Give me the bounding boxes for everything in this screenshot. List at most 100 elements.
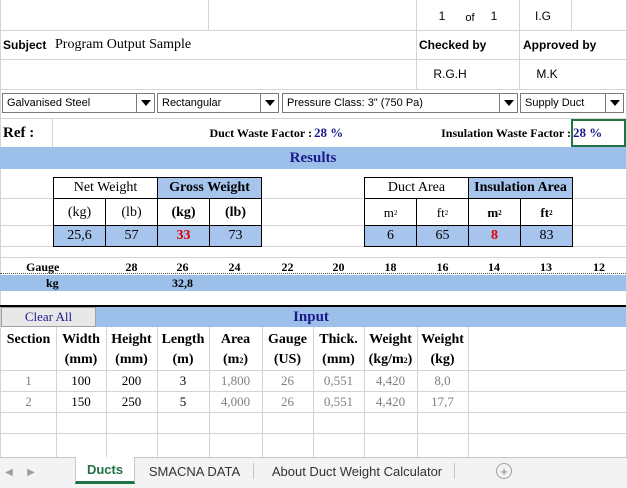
duct-m2-value: 6 [387, 228, 394, 243]
gauge-value: 24 [228, 259, 241, 274]
table-cell[interactable]: 5 [157, 392, 209, 412]
col-header-weight: Weight [421, 332, 464, 347]
insulation-waste-label: Insulation Waste Factor : [441, 125, 571, 140]
gauge-value: 16 [436, 259, 449, 274]
shape-dropdown[interactable]: Rectangular [157, 93, 279, 113]
gauge-value: 13 [540, 259, 552, 274]
ins-ft2-value: 83 [539, 228, 554, 243]
table-cell: 4,420 [375, 373, 406, 388]
table-cell: 26 [281, 394, 294, 409]
table-cell[interactable]: 100 [56, 371, 106, 391]
tab-smacna-data[interactable]: SMACNA DATA [137, 460, 252, 482]
page-total: 1 [490, 9, 498, 23]
tab-divider [253, 463, 254, 479]
approved-by-value: M.K [536, 67, 558, 81]
unit-length: (m) [172, 352, 194, 367]
gauge-kg-value: 32,8 [172, 275, 193, 290]
pressure-class-dropdown-value: Pressure Class: 3" (750 Pa) [287, 97, 423, 109]
gauge-value: 14 [488, 259, 500, 274]
page-of-label: of [465, 12, 475, 24]
duct-area-header: Duct Area [387, 180, 446, 195]
insulation-area-header: Insulation Area [474, 180, 567, 195]
table-cell[interactable]: 250 [106, 392, 157, 412]
checked-by-label: Checked by [419, 38, 487, 52]
col-header-length: Length [161, 332, 205, 347]
sheet-tab-bar: ◀ ▶ Ducts SMACNA DATA About Duct Weight … [0, 457, 627, 488]
shape-dropdown-value: Rectangular [162, 97, 222, 109]
table-cell[interactable]: 200 [106, 371, 157, 391]
table-cell[interactable]: 1 [1, 371, 56, 391]
net-lb-value: 57 [124, 228, 139, 243]
tab-about[interactable]: About Duct Weight Calculator [262, 460, 452, 482]
unit-area: (m 2) [223, 352, 248, 367]
chevron-down-icon[interactable] [605, 94, 623, 112]
scroll-right-icon[interactable]: ▶ [24, 463, 38, 481]
subject-label: Subject [3, 38, 47, 52]
insulation-waste-value[interactable]: 28 % [573, 121, 613, 145]
gauge-kg-label: kg [46, 275, 59, 290]
table-cell[interactable]: 150 [56, 392, 106, 412]
results-title: Results [289, 149, 337, 166]
duct-ft2-value: 65 [435, 228, 450, 243]
net-kg-unit: (kg) [67, 204, 92, 220]
tab-ducts[interactable]: Ducts [75, 457, 135, 484]
duct-waste-value[interactable]: 28 % [314, 121, 354, 145]
duct-waste-label: Duct Waste Factor : [209, 125, 312, 140]
input-title: Input [293, 308, 329, 325]
unit-gauge: (US) [273, 352, 302, 367]
chevron-down-icon[interactable] [499, 94, 517, 112]
table-cell: 8,0 [434, 373, 451, 388]
table-cell: 4,420 [375, 394, 406, 409]
unit-height: (mm) [115, 352, 148, 367]
material-dropdown[interactable]: Galvanised Steel [2, 93, 155, 113]
col-header-width: Width [62, 332, 100, 347]
col-header-thick: Thick. [319, 332, 358, 347]
net-lb-unit: (lb) [121, 204, 142, 220]
gauge-value: 12 [593, 259, 605, 274]
col-header-height: Height [111, 332, 152, 347]
table-cell: 0,551 [323, 394, 354, 409]
duct-ft2-unit: ft 2 [436, 204, 449, 220]
gross-lb-value: 73 [228, 228, 243, 243]
ig-initials: I.G [534, 9, 551, 23]
table-cell: 4,000 [220, 394, 251, 409]
scroll-left-icon[interactable]: ◀ [2, 463, 16, 481]
table-cell: 26 [281, 373, 294, 388]
page-number: 1 [438, 9, 446, 23]
duct-type-dropdown-value: Supply Duct [525, 97, 585, 109]
unit-weight-per-m2: (kg/m 2) [368, 352, 413, 367]
approved-by-label: Approved by [523, 38, 597, 52]
ins-m2-unit: m2 [487, 204, 502, 220]
gross-kg-value: 33 [176, 228, 191, 243]
ins-m2-value: 8 [491, 228, 498, 243]
chevron-down-icon[interactable] [136, 94, 154, 112]
table-cell[interactable]: 2 [1, 392, 56, 412]
clear-all-button[interactable]: Clear All [1, 307, 96, 327]
checked-by-value: R.G.H [433, 67, 467, 81]
gauge-label: Gauge [26, 259, 60, 274]
ins-ft2-unit: ft 2 [540, 204, 553, 220]
pressure-class-dropdown[interactable]: Pressure Class: 3" (750 Pa) [282, 93, 518, 113]
table-cell[interactable]: 3 [157, 371, 209, 391]
unit-weight: (kg) [430, 352, 455, 367]
col-header-gauge: Gauge [268, 332, 307, 347]
gauge-value: 18 [384, 259, 397, 274]
tab-divider [454, 463, 455, 479]
gauge-kg-band [0, 275, 626, 291]
chevron-down-icon[interactable] [260, 94, 278, 112]
col-header-area: Area [220, 332, 251, 347]
gross-weight-header: Gross Weight [169, 180, 250, 195]
net-weight-header: Net Weight [73, 180, 138, 195]
duct-type-dropdown[interactable]: Supply Duct [520, 93, 624, 113]
material-dropdown-value: Galvanised Steel [7, 97, 91, 109]
ref-label: Ref : [3, 124, 35, 141]
gauge-value: 20 [332, 259, 345, 274]
gauge-value: 22 [281, 259, 294, 274]
unit-width: (mm) [64, 352, 98, 367]
gauge-value: 26 [176, 259, 189, 274]
subject-value: Program Output Sample [55, 37, 192, 52]
table-cell: 17,7 [431, 394, 454, 409]
add-sheet-icon[interactable]: + [496, 463, 512, 479]
gauge-value: 28 [125, 259, 138, 274]
table-cell: 0,551 [323, 373, 354, 388]
